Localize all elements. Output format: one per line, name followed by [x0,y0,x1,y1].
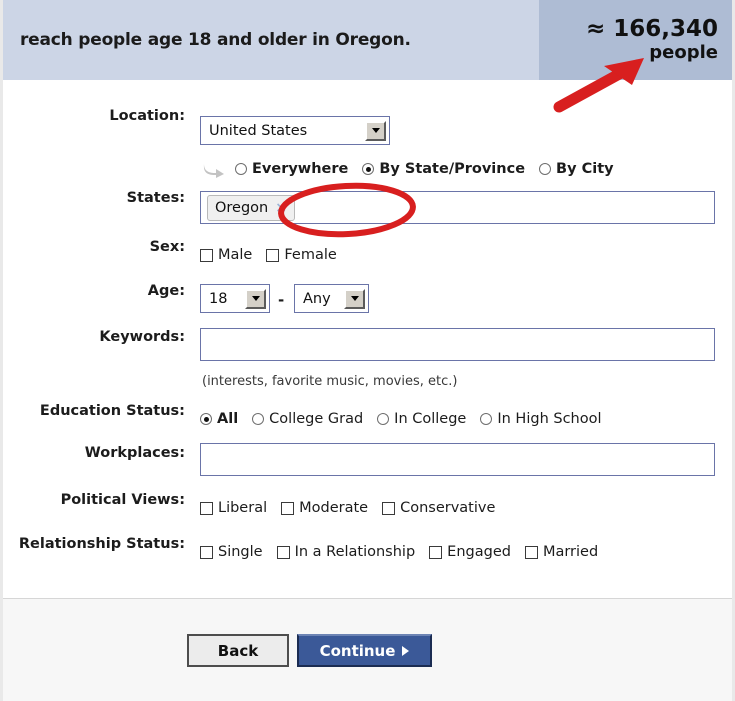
location-select-value: United States [209,122,308,139]
targeting-form: Location: United States Everywhere By St… [3,80,732,598]
reach-text-container: reach people age 18 and older in Oregon. [3,0,539,80]
reach-text: reach people age 18 and older in Oregon. [20,30,411,50]
checkbox-single-label: Single [218,544,263,560]
radio-education-all-indicator [200,413,212,425]
keywords-input[interactable] [200,328,715,361]
keywords-hint: (interests, favorite music, movies, etc.… [202,374,458,389]
form-footer: Back Continue [3,598,732,701]
estimate-unit: people [649,42,718,63]
back-button[interactable]: Back [187,634,289,667]
ad-targeting-page: reach people age 18 and older in Oregon.… [0,0,735,701]
continue-button[interactable]: Continue [297,634,432,667]
radio-in-college[interactable]: In College [377,411,466,427]
radio-education-all-label: All [217,411,239,427]
radio-by-state-province[interactable]: By State/Province [362,161,525,177]
radio-in-high-school[interactable]: In High School [480,411,602,427]
checkbox-engaged-indicator [429,545,443,559]
checkbox-conservative[interactable]: Conservative [382,500,495,516]
checkbox-female[interactable]: Female [266,247,337,263]
sex-label: Sex: [149,239,185,255]
age-min-select[interactable]: 18 [200,284,270,313]
radio-by-city-label: By City [556,161,614,177]
political-options-group: Liberal Moderate Conservative [200,500,509,516]
checkbox-male[interactable]: Male [200,247,252,263]
continue-button-label: Continue [319,641,396,660]
relationship-status-label: Relationship Status: [18,536,185,552]
education-status-label: Education Status: [39,403,185,419]
keywords-label: Keywords: [99,329,185,345]
radio-by-state-province-indicator [362,163,375,175]
age-range-separator: - [278,291,285,309]
checkbox-married-label: Married [542,544,599,560]
checkbox-female-indicator [266,248,280,262]
checkbox-moderate-indicator [281,501,295,515]
age-label: Age: [147,283,185,299]
radio-everywhere[interactable]: Everywhere [235,161,348,177]
checkbox-liberal[interactable]: Liberal [200,500,267,516]
workplaces-label: Workplaces: [84,445,185,461]
radio-college-grad[interactable]: College Grad [252,411,363,427]
location-label: Location: [109,108,185,124]
radio-in-high-school-indicator [480,413,493,425]
checkbox-liberal-indicator [200,501,213,515]
checkbox-married[interactable]: Married [524,544,599,560]
state-token-oregon[interactable]: Oregon × [207,194,295,221]
checkbox-male-indicator [200,248,213,262]
checkbox-in-a-relationship-label: In a Relationship [294,544,416,560]
checkbox-conservative-indicator [382,501,396,515]
states-label: States: [126,190,185,206]
radio-education-all[interactable]: All [200,411,238,427]
radio-in-college-label: In College [394,411,467,427]
checkbox-moderate[interactable]: Moderate [281,500,368,516]
checkbox-single[interactable]: Single [200,544,263,560]
relationship-options-group: Single In a Relationship Engaged Married [200,544,612,560]
political-views-label: Political Views: [60,492,185,508]
checkbox-female-label: Female [284,247,337,263]
location-select[interactable]: United States [200,116,390,145]
checkbox-engaged-label: Engaged [447,544,511,560]
workplaces-input[interactable] [200,443,715,476]
radio-college-grad-indicator [252,413,265,425]
radio-in-college-indicator [377,413,390,425]
radio-by-state-province-label: By State/Province [379,161,526,177]
radio-college-grad-label: College Grad [269,411,364,427]
location-scope-group: Everywhere By State/Province By City [235,161,628,177]
estimate-box: ≈ 166,340 people [539,0,732,80]
radio-everywhere-indicator [235,163,247,175]
checkbox-in-a-relationship-indicator [276,545,290,559]
radio-everywhere-label: Everywhere [252,161,349,177]
age-max-select[interactable]: Any [294,284,369,313]
estimate-count: ≈ 166,340 [585,16,718,42]
checkbox-married-indicator [524,545,538,559]
checkbox-engaged[interactable]: Engaged [429,544,511,560]
checkbox-in-a-relationship[interactable]: In a Relationship [276,544,416,560]
reach-estimate-header: reach people age 18 and older in Oregon.… [3,0,732,80]
radio-by-city[interactable]: By City [539,161,614,177]
chevron-down-icon[interactable] [365,120,386,141]
age-min-value: 18 [209,290,228,307]
age-max-value: Any [303,290,331,307]
radio-by-city-indicator [539,163,552,175]
sex-options-group: Male Female [200,247,351,263]
checkbox-conservative-label: Conservative [400,500,496,516]
close-icon[interactable]: × [275,200,287,216]
arrow-right-icon [402,645,410,656]
checkbox-liberal-label: Liberal [218,500,268,516]
education-options-group: All College Grad In College In High Scho… [200,411,616,427]
checkbox-single-indicator [200,545,213,559]
chevron-down-icon[interactable] [344,288,365,309]
checkbox-moderate-label: Moderate [299,500,369,516]
hook-arrow-icon [203,164,224,178]
checkbox-male-label: Male [218,247,253,263]
state-token-label: Oregon [215,199,269,216]
states-input[interactable]: Oregon × [200,191,715,224]
radio-in-high-school-label: In High School [497,411,602,427]
chevron-down-icon[interactable] [245,288,266,309]
